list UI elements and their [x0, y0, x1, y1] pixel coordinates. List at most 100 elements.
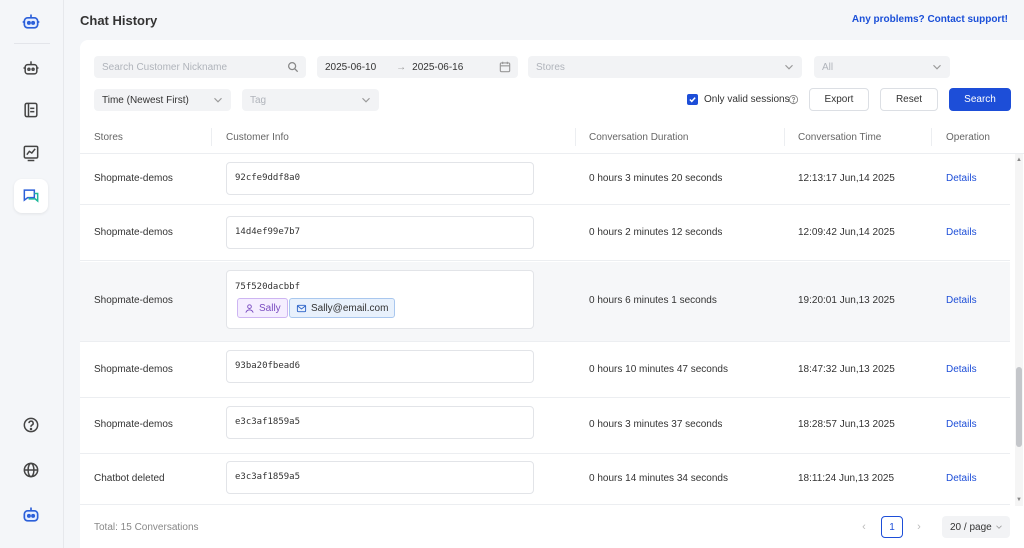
table-row: Shopmate-demos 92cfe9ddf8a0 0 hours 3 mi… — [80, 155, 1010, 205]
mail-icon — [296, 304, 307, 312]
customer-id: 92cfe9ddf8a0 — [235, 173, 301, 183]
export-button[interactable]: Export — [809, 88, 869, 111]
customer-info-box: e3c3af1859a5 — [226, 406, 534, 439]
avatar-bot-icon[interactable] — [14, 498, 48, 532]
search-placeholder: Search Customer Nickname — [102, 61, 228, 73]
scroll-thumb[interactable] — [1016, 367, 1022, 447]
sidebar-divider — [14, 43, 50, 44]
email-tag-label: Sally@email.com — [311, 302, 389, 314]
total-count: Total: 15 Conversations — [94, 522, 199, 533]
page-1-button[interactable]: 1 — [881, 516, 903, 538]
duration-cell: 0 hours 10 minutes 47 seconds — [589, 364, 728, 375]
date-range-picker[interactable]: 2025-06-10 → 2025-06-16 — [317, 56, 518, 78]
details-link[interactable]: Details — [946, 173, 977, 184]
email-tag: Sally@email.com — [289, 298, 396, 318]
chat-history-icon[interactable] — [14, 179, 48, 213]
store-cell: Shopmate-demos — [94, 227, 173, 238]
column-divider — [931, 128, 932, 146]
store-cell: Shopmate-demos — [94, 295, 173, 306]
bot-settings-icon[interactable] — [14, 51, 48, 85]
help-icon[interactable] — [14, 408, 48, 442]
customer-info-box: 14d4ef99e7b7 — [226, 216, 534, 249]
next-page-icon[interactable]: › — [911, 518, 927, 536]
details-link[interactable]: Details — [946, 419, 977, 430]
contact-support-link[interactable]: Any problems? Contact support! — [852, 14, 1008, 25]
customer-info-box: 75f520dacbbf Sally Sally@email.com — [226, 270, 534, 329]
language-globe-icon[interactable] — [14, 453, 48, 487]
search-icon[interactable] — [286, 60, 300, 74]
column-header: Operation — [946, 132, 990, 143]
table-row: Shopmate-demos 14d4ef99e7b7 0 hours 2 mi… — [80, 206, 1010, 261]
sidebar — [0, 0, 64, 548]
customer-id: e3c3af1859a5 — [235, 472, 301, 482]
valid-sessions-label[interactable]: Only valid sessions — [704, 94, 790, 105]
table-scrollbar[interactable]: ▲ ▼ — [1015, 154, 1023, 506]
customer-info-box: 92cfe9ddf8a0 — [226, 162, 534, 195]
chevron-down-icon — [996, 525, 1002, 529]
sort-value: Time (Newest First) — [102, 94, 189, 106]
name-tag-label: Sally — [259, 302, 281, 314]
main-panel: Search Customer Nickname 2025-06-10 → 20… — [80, 40, 1024, 548]
customer-id: 93ba20fbead6 — [235, 361, 301, 371]
page-size-select[interactable]: 20 / page — [942, 516, 1010, 538]
column-header: Customer Info — [226, 132, 289, 143]
calendar-icon — [498, 60, 512, 74]
sort-select[interactable]: Time (Newest First) — [94, 89, 231, 111]
date-start: 2025-06-10 — [325, 61, 377, 73]
robot-logo-icon[interactable] — [14, 5, 48, 39]
status-select[interactable]: All — [814, 56, 950, 78]
prev-page-icon[interactable]: ‹ — [856, 518, 872, 536]
customer-id: 14d4ef99e7b7 — [235, 227, 301, 237]
knowledge-book-icon[interactable] — [14, 93, 48, 127]
scroll-up-icon[interactable]: ▲ — [1015, 156, 1023, 164]
stores-select[interactable]: Stores — [528, 56, 802, 78]
duration-cell: 0 hours 3 minutes 37 seconds — [589, 419, 723, 430]
customer-id: 75f520dacbbf — [235, 282, 301, 292]
column-divider — [575, 128, 576, 146]
table-row: Chatbot deleted e3c3af1859a5 0 hours 14 … — [80, 455, 1010, 505]
name-tag: Sally — [237, 298, 288, 318]
table-row: Shopmate-demos 93ba20fbead6 0 hours 10 m… — [80, 343, 1010, 398]
duration-cell: 0 hours 2 minutes 12 seconds — [589, 227, 723, 238]
valid-sessions-checkbox[interactable] — [687, 94, 698, 105]
details-link[interactable]: Details — [946, 473, 977, 484]
time-cell: 12:09:42 Jun,14 2025 — [798, 227, 895, 238]
time-cell: 12:13:17 Jun,14 2025 — [798, 173, 895, 184]
store-cell: Shopmate-demos — [94, 364, 173, 375]
search-button[interactable]: Search — [949, 88, 1011, 111]
column-divider — [211, 128, 212, 146]
details-link[interactable]: Details — [946, 364, 977, 375]
chevron-down-icon — [930, 60, 944, 74]
column-divider — [784, 128, 785, 146]
column-header: Conversation Time — [798, 132, 882, 143]
tag-placeholder: Tag — [250, 94, 267, 106]
status-placeholder: All — [822, 61, 834, 73]
time-cell: 19:20:01 Jun,13 2025 — [798, 295, 895, 306]
reset-button[interactable]: Reset — [880, 88, 938, 111]
customer-info-box: e3c3af1859a5 — [226, 461, 534, 494]
time-cell: 18:28:57 Jun,13 2025 — [798, 419, 895, 430]
page-size-value: 20 / page — [950, 521, 992, 533]
chevron-down-icon — [782, 60, 796, 74]
store-cell: Shopmate-demos — [94, 173, 173, 184]
chevron-down-icon — [211, 93, 225, 107]
details-link[interactable]: Details — [946, 227, 977, 238]
customer-id: e3c3af1859a5 — [235, 417, 301, 427]
column-header: Conversation Duration — [589, 132, 689, 143]
table-header: Stores Customer Info Conversation Durati… — [80, 120, 1024, 154]
analytics-chart-icon[interactable] — [14, 136, 48, 170]
scroll-down-icon[interactable]: ▼ — [1015, 496, 1023, 504]
page-title: Chat History — [80, 13, 158, 28]
stores-placeholder: Stores — [536, 61, 565, 73]
table-row: Shopmate-demos 75f520dacbbf Sally Sally@… — [80, 262, 1010, 342]
customer-info-box: 93ba20fbead6 — [226, 350, 534, 383]
details-link[interactable]: Details — [946, 295, 977, 306]
question-icon[interactable] — [788, 94, 799, 105]
time-cell: 18:47:32 Jun,13 2025 — [798, 364, 895, 375]
duration-cell: 0 hours 6 minutes 1 seconds — [589, 295, 717, 306]
chevron-down-icon — [359, 93, 373, 107]
date-end: 2025-06-16 — [412, 61, 464, 73]
tag-select[interactable]: Tag — [242, 89, 379, 111]
search-input[interactable]: Search Customer Nickname — [94, 56, 306, 78]
duration-cell: 0 hours 3 minutes 20 seconds — [589, 173, 723, 184]
